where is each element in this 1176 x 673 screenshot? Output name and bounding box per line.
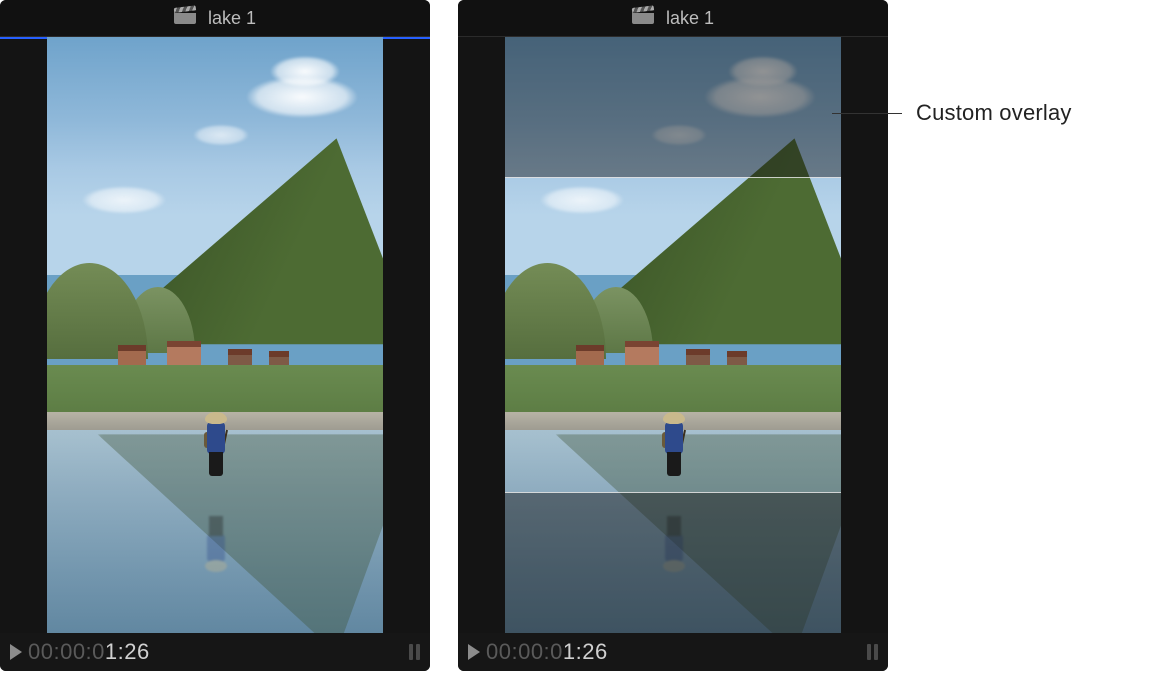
timecode-display[interactable]: 00:00:01:26 <box>28 639 150 665</box>
viewer-canvas[interactable] <box>0 37 430 633</box>
transport-bar: 00:00:01:26 <box>458 633 888 671</box>
custom-overlay-top-mask <box>505 37 840 178</box>
timecode-prefix: 00:00:0 <box>28 639 105 664</box>
transport-bar: 00:00:01:26 <box>0 633 430 671</box>
clapperboard-icon <box>174 8 196 29</box>
clip-name-label: lake 1 <box>208 8 256 29</box>
annotation-label: Custom overlay <box>916 100 1072 126</box>
loop-icon[interactable] <box>867 644 878 660</box>
timecode-value: 1:26 <box>563 639 608 664</box>
viewer-without-overlay: lake 1 00:00:01:26 <box>0 0 430 671</box>
timecode-display[interactable]: 00:00:01:26 <box>486 639 608 665</box>
video-frame <box>47 37 382 633</box>
viewer-titlebar: lake 1 <box>0 0 430 37</box>
play-icon[interactable] <box>10 644 22 660</box>
viewer-titlebar: lake 1 <box>458 0 888 37</box>
play-icon[interactable] <box>468 644 480 660</box>
custom-overlay-bottom-mask <box>505 492 840 633</box>
viewer-canvas[interactable] <box>458 37 888 633</box>
viewer-with-custom-overlay: lake 1 00:00:01:26 <box>458 0 888 671</box>
clapperboard-icon <box>632 8 654 29</box>
timecode-prefix: 00:00:0 <box>486 639 563 664</box>
loop-icon[interactable] <box>409 644 420 660</box>
annotation-callout: Custom overlay <box>832 100 1072 126</box>
timecode-value: 1:26 <box>105 639 150 664</box>
clip-name-label: lake 1 <box>666 8 714 29</box>
video-frame <box>505 37 840 633</box>
